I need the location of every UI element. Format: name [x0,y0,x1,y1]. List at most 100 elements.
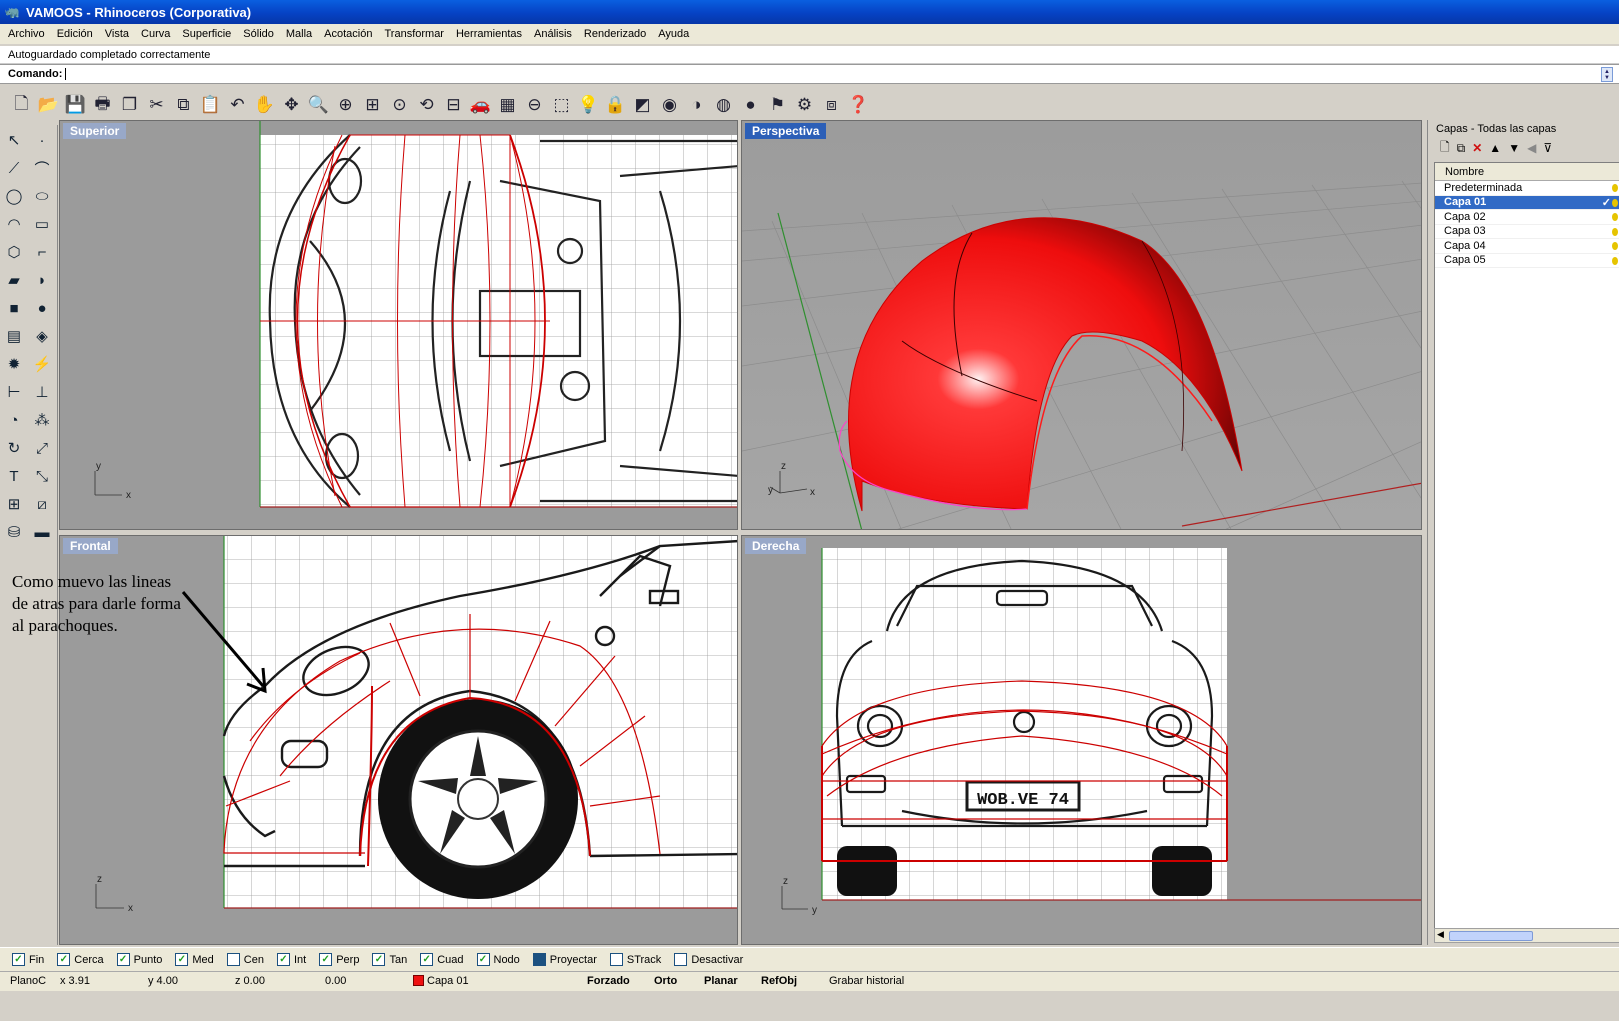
scrollbar-thumb[interactable] [1449,931,1533,941]
menu-curva[interactable]: Curva [135,28,176,40]
osnap-checkbox[interactable] [532,953,546,966]
scale-icon[interactable]: ⤢ [29,435,55,461]
osnap-tan[interactable]: ✓ Tan [372,953,407,966]
osnap-punto[interactable]: ✓ Punto [116,953,162,966]
arc-icon[interactable]: ◠ [1,211,27,237]
status-layer[interactable]: Capa 01 [413,975,469,987]
boolean-icon[interactable]: ⚡ [29,351,55,377]
color-wheel-icon[interactable]: ◉ [656,92,683,118]
text-icon[interactable]: T [1,463,27,489]
undo-icon[interactable]: ↶ [224,92,251,118]
cut-icon[interactable]: ✂ [143,92,170,118]
trim-icon[interactable]: ⊥ [29,379,55,405]
group-icon[interactable]: ◔ [1,407,27,433]
osnap-checkbox[interactable]: ✓ [57,953,71,966]
viewport-label-derecha[interactable]: Derecha [745,538,807,554]
settings-gear-icon[interactable]: ⚙ [791,92,818,118]
layers-horizontal-scrollbar[interactable]: ◀ [1434,928,1619,943]
ruler-icon[interactable]: ▬ [29,519,55,545]
layer-on-bulb-icon[interactable] [1612,184,1618,192]
viewport-right[interactable]: Derecha WOB.VE 74 z y [741,535,1422,945]
move-left-icon[interactable]: ◀ [1527,141,1536,155]
new-layer-icon[interactable]: 🗋 [1440,138,1450,159]
viewport-label-frontal[interactable]: Frontal [63,538,118,554]
move-down-icon[interactable]: ▼ [1508,141,1520,155]
scroll-left-icon[interactable]: ◀ [1437,929,1444,940]
save-icon[interactable]: 💾 [62,92,89,118]
status-planar[interactable]: Planar [704,975,738,987]
circle-icon[interactable]: ◯ [1,183,27,209]
options-icon[interactable]: ⧈ [818,92,845,118]
rhino-app-icon[interactable]: 🦏 [4,4,20,20]
point-icon[interactable]: · [29,127,55,153]
viewport-label-superior[interactable]: Superior [63,123,127,139]
osnap-checkbox[interactable]: ✓ [372,953,386,966]
viewport-top[interactable]: Superior y x [59,120,738,530]
open-file-icon[interactable]: 📂 [35,92,62,118]
osnap-checkbox[interactable] [226,953,240,966]
menu-edicion[interactable]: Edición [51,28,99,40]
command-line[interactable]: Comando: ▲ ▼ [0,64,1619,84]
status-record-history[interactable]: Grabar historial [829,975,904,987]
lock-icon[interactable]: 🔒 [602,92,629,118]
layer-row[interactable]: Capa 04 [1435,239,1619,254]
render-icon[interactable]: ⛁ [1,519,27,545]
copy-icon[interactable]: ⧉ [170,92,197,118]
layer-on-bulb-icon[interactable] [1612,242,1618,250]
layer-row[interactable]: Predeterminada [1435,181,1619,196]
flag-icon[interactable]: ⚑ [764,92,791,118]
shade-icon[interactable]: ◑ [683,92,710,118]
control-points-icon[interactable]: ⊞ [1,491,27,517]
grid-icon[interactable]: ▦ [494,92,521,118]
osnap-cuad[interactable]: ✓ Cuad [420,953,464,966]
fillet-icon[interactable]: ⌐ [29,239,55,265]
menu-transformar[interactable]: Transformar [378,28,450,40]
layer-row[interactable]: Capa 03 [1435,225,1619,239]
osnap-strack[interactable]: STrack [609,953,661,966]
osnap-checkbox[interactable] [609,953,623,966]
new-sublayer-icon[interactable]: ⧉ [1457,141,1466,156]
select-icon[interactable]: ⬚ [548,92,575,118]
explode-icon[interactable]: ✹ [1,351,27,377]
zoom-extents-icon[interactable]: ⊞ [359,92,386,118]
osnap-checkbox[interactable]: ✓ [319,953,333,966]
filter-icon[interactable]: ⊽ [1543,141,1552,155]
move-up-icon[interactable]: ▲ [1489,141,1501,155]
pan-hand-icon[interactable]: ✋ [251,92,278,118]
menu-vista[interactable]: Vista [99,28,135,40]
layer-on-bulb-icon[interactable] [1612,227,1618,236]
new-file-icon[interactable]: 🗋 [8,92,35,118]
four-viewports-icon[interactable]: ⊟ [440,92,467,118]
cplane-icon[interactable]: ⊖ [521,92,548,118]
polygon-icon[interactable]: ⬡ [1,239,27,265]
menu-malla[interactable]: Malla [280,28,318,40]
status-ortho[interactable]: Orto [654,975,677,987]
menu-acotacion[interactable]: Acotación [318,28,378,40]
menu-ayuda[interactable]: Ayuda [652,28,695,40]
box-icon[interactable]: ■ [1,295,27,321]
sweep-icon[interactable]: ◗ [29,267,55,293]
zoom-icon[interactable]: 🔍 [305,92,332,118]
status-osnap[interactable]: RefObj [761,975,797,987]
osnap-checkbox[interactable]: ✓ [12,953,25,966]
osnap-checkbox[interactable]: ✓ [116,953,130,966]
print-icon[interactable]: 🖶 [89,92,116,118]
layer-row-selected[interactable]: Capa 01 ✓ [1435,195,1619,210]
surface-icon[interactable]: ▰ [1,267,27,293]
mesh-icon[interactable]: ◈ [29,323,55,349]
render-sphere-icon[interactable]: ● [737,92,764,118]
layer-on-bulb-icon[interactable] [1612,198,1618,207]
zoom-selected-icon[interactable]: ⊙ [386,92,413,118]
help-icon[interactable]: ❓ [845,92,872,118]
sphere-icon[interactable]: ● [29,295,55,321]
menu-renderizado[interactable]: Renderizado [578,28,652,40]
osnap-proyectar[interactable]: Proyectar [532,953,597,966]
layer-on-bulb-icon[interactable] [1612,213,1618,221]
status-snap[interactable]: Forzado [587,975,630,987]
curve-icon[interactable]: ⌒ [29,155,55,181]
osnap-checkbox[interactable]: ✓ [276,953,290,966]
move-cross-icon[interactable]: ✥ [278,92,305,118]
menu-superficie[interactable]: Superficie [176,28,237,40]
osnap-checkbox[interactable]: ✓ [420,953,434,966]
osnap-cerca[interactable]: ✓ Cerca [57,953,104,966]
